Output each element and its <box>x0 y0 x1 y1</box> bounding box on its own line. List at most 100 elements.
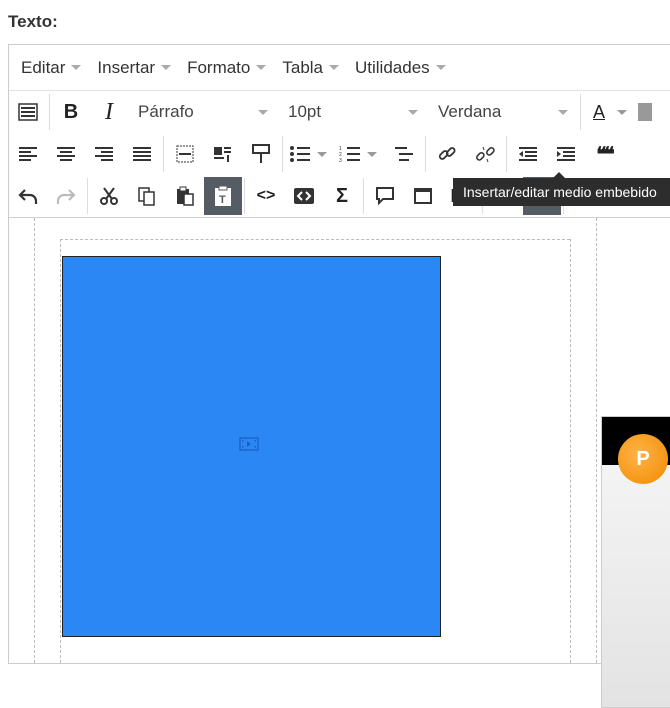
chevron-down-icon <box>258 109 268 115</box>
font-size-value: 10pt <box>288 102 322 121</box>
video-logo: P <box>618 434 668 484</box>
menu-label: Insertar <box>97 57 156 77</box>
numbered-list-icon: 123 <box>339 146 360 163</box>
chevron-down-icon[interactable] <box>317 151 327 157</box>
justify-icon <box>133 147 151 161</box>
toolbar-separator <box>163 136 164 172</box>
source-code-button[interactable]: <> <box>247 177 285 215</box>
menu-tabla[interactable]: Tabla <box>274 58 347 78</box>
align-center-button[interactable] <box>47 135 85 173</box>
format-icon <box>214 147 231 162</box>
outdent-list-button[interactable] <box>385 135 423 173</box>
indent-icon <box>557 147 575 161</box>
toolbar-separator <box>363 178 364 214</box>
align-center-icon <box>57 147 75 161</box>
bullet-list-icon <box>290 146 310 162</box>
paste-as-text-button[interactable]: T <box>204 177 242 215</box>
paste-button[interactable] <box>166 177 204 215</box>
menu-label: Tabla <box>282 57 323 77</box>
chevron-down-icon[interactable] <box>617 109 627 115</box>
code-sample-button[interactable] <box>285 177 323 215</box>
background-color-button[interactable] <box>635 93 655 131</box>
toolbar-row-1: B I Párrafo 10pt Verdana A <box>9 91 670 133</box>
code-sample-icon <box>294 188 314 204</box>
chevron-down-icon <box>71 65 82 70</box>
code-icon: <> <box>256 187 276 204</box>
embedded-video-preview[interactable]: P <box>601 416 670 708</box>
fullscreen-button[interactable] <box>404 177 442 215</box>
block-format-select[interactable]: Párrafo <box>128 93 278 131</box>
chevron-down-icon <box>256 65 267 70</box>
menu-editar[interactable]: Editar <box>13 58 89 78</box>
layout-guide <box>60 239 61 663</box>
insert-link-button[interactable] <box>428 135 466 173</box>
quote-icon: ❝❝ <box>596 143 614 166</box>
comment-button[interactable] <box>366 177 404 215</box>
sigma-icon: Σ <box>335 184 348 207</box>
cut-button[interactable] <box>90 177 128 215</box>
align-right-icon <box>95 147 113 161</box>
redo-button[interactable] <box>47 177 85 215</box>
video-logo-text: P <box>636 447 650 470</box>
font-family-select[interactable]: Verdana <box>428 93 578 131</box>
math-button[interactable]: Σ <box>323 177 361 215</box>
page-break-button[interactable] <box>166 135 204 173</box>
copy-button[interactable] <box>128 177 166 215</box>
bold-icon: B <box>63 100 79 123</box>
align-right-button[interactable] <box>85 135 123 173</box>
toggle-toolbar-button[interactable] <box>9 93 47 131</box>
bold-button[interactable]: B <box>52 93 90 131</box>
undo-icon <box>18 189 38 204</box>
decrease-indent-button[interactable] <box>509 135 547 173</box>
align-left-button[interactable] <box>9 135 47 173</box>
menu-label: Formato <box>187 57 251 77</box>
chevron-down-icon <box>329 65 339 70</box>
menu-formato[interactable]: Formato <box>179 58 274 78</box>
svg-text:T: T <box>219 194 226 206</box>
paint-brush-icon <box>252 144 270 163</box>
list-indent-icon <box>395 147 413 161</box>
film-icon <box>239 437 259 451</box>
background-color-icon <box>638 103 652 121</box>
bullet-list-button[interactable] <box>285 135 315 173</box>
undo-button[interactable] <box>9 177 47 215</box>
chevron-down-icon[interactable] <box>367 151 377 157</box>
italic-button[interactable]: I <box>90 93 128 131</box>
link-icon <box>438 147 456 160</box>
toolbar-separator <box>244 178 245 214</box>
menu-label: Editar <box>21 57 66 77</box>
format-painter-button[interactable] <box>242 135 280 173</box>
editor-content-area[interactable]: P <box>9 218 670 708</box>
media-tooltip: Insertar/editar medio embebido <box>453 172 670 206</box>
paste-icon <box>177 186 194 206</box>
toolbar-separator <box>425 136 426 172</box>
comment-icon <box>376 187 394 206</box>
menu-utilidades[interactable]: Utilidades <box>347 58 454 78</box>
increase-indent-button[interactable] <box>547 135 585 173</box>
font-size-select[interactable]: 10pt <box>278 93 428 131</box>
menu-insertar[interactable]: Insertar <box>89 58 179 78</box>
chevron-down-icon <box>408 109 418 115</box>
toolbar-separator <box>506 136 507 172</box>
align-left-icon <box>19 147 37 161</box>
font-family-value: Verdana <box>438 102 502 121</box>
justify-button[interactable] <box>123 135 161 173</box>
keyboard-icon <box>18 103 38 121</box>
toolbar-separator <box>87 178 88 214</box>
text-color-button[interactable]: A <box>583 93 615 131</box>
embedded-media-placeholder[interactable] <box>62 256 441 637</box>
remove-link-button[interactable] <box>466 135 504 173</box>
blockquote-button[interactable]: ❝❝ <box>585 135 623 173</box>
chevron-down-icon <box>435 65 446 70</box>
editor-menubar: Editar Insertar Formato Tabla Utilidades <box>9 45 670 91</box>
toolbar-separator <box>282 136 283 172</box>
numbered-list-button[interactable]: 123 <box>335 135 365 173</box>
paste-text-icon: T <box>215 185 231 206</box>
layout-guide <box>60 239 570 240</box>
format-block-button[interactable] <box>204 135 242 173</box>
toolbar-separator <box>580 94 581 130</box>
menu-label: Utilidades <box>355 57 430 77</box>
outdent-icon <box>519 147 537 161</box>
unlink-icon <box>475 146 495 163</box>
page-break-icon <box>176 145 194 163</box>
